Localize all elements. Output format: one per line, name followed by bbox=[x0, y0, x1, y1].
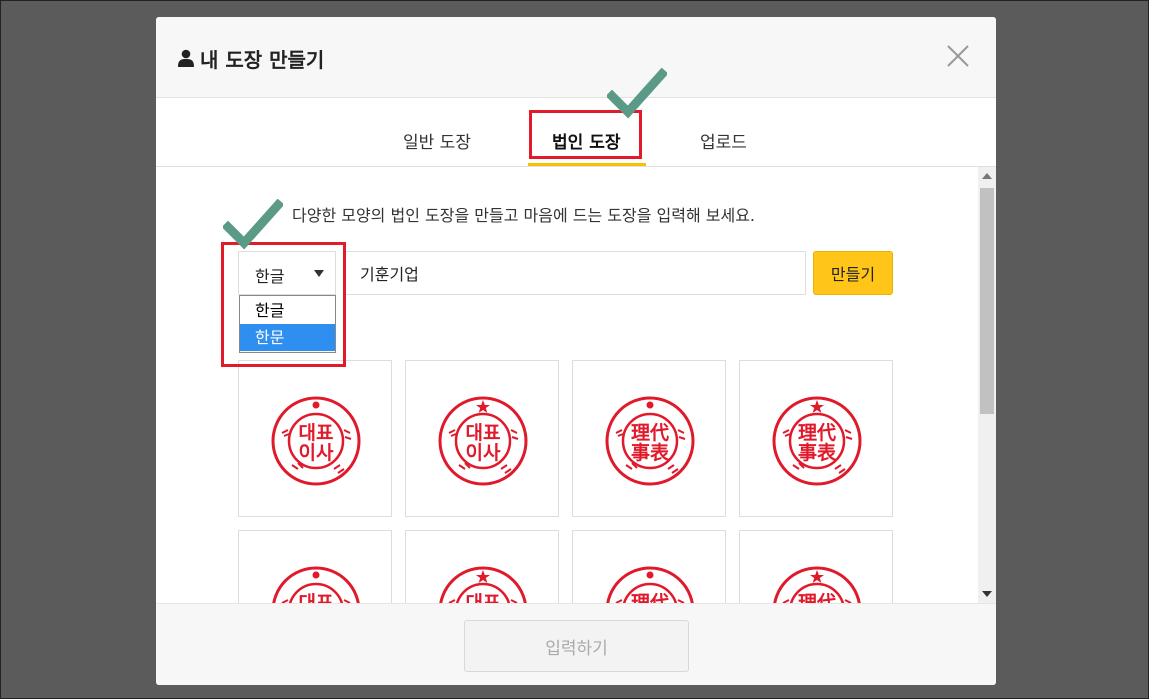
stamp-line-1: 대표 bbox=[466, 592, 501, 603]
stamp-card[interactable]: 기훈기업理代事表 bbox=[572, 360, 726, 517]
language-select[interactable]: 한글 bbox=[238, 251, 336, 295]
stamp-ring-glyph bbox=[281, 429, 290, 437]
language-select-value: 한글 bbox=[255, 267, 285, 286]
stamp-card[interactable]: 기훈기업理代事表 bbox=[739, 360, 893, 517]
language-dropdown: 한글 한문 bbox=[239, 295, 336, 353]
tab-general-stamp[interactable]: 일반 도장 bbox=[403, 128, 471, 153]
stamp-image: 기훈기업대표이사 bbox=[439, 566, 527, 603]
stamp-card[interactable]: 기훈기업대표이사 bbox=[238, 360, 392, 517]
stamp-ring-glyph bbox=[448, 429, 457, 437]
user-icon bbox=[178, 49, 194, 67]
stamp-line-2: 事表 bbox=[798, 441, 837, 464]
stamp-card[interactable]: 기훈기업理代事表 bbox=[739, 530, 893, 603]
scroll-up-icon[interactable] bbox=[982, 173, 992, 179]
dot-icon bbox=[312, 401, 320, 409]
dot-icon bbox=[646, 571, 654, 579]
scroll-down-icon[interactable] bbox=[982, 591, 992, 597]
stamp-line-1: 理代 bbox=[798, 422, 836, 444]
stamp-card[interactable]: 기훈기업대표이사 bbox=[238, 530, 392, 603]
active-tab-indicator bbox=[528, 163, 646, 166]
star-icon bbox=[810, 570, 824, 583]
stamp-card[interactable]: 기훈기업理代事表 bbox=[572, 530, 726, 603]
stamp-ring-glyph bbox=[834, 464, 846, 474]
stamp-image: 기훈기업대표이사 bbox=[438, 396, 528, 486]
stamp-card[interactable]: 기훈기업대표이사 bbox=[405, 530, 559, 603]
stamp-line-2: 事表 bbox=[631, 441, 670, 464]
stamp-ring-glyph bbox=[667, 464, 679, 474]
stamp-line-1: 理代 bbox=[631, 592, 669, 603]
stamp-ring-glyph bbox=[782, 429, 791, 437]
dropdown-arrow-icon bbox=[314, 270, 324, 277]
description-text: 다양한 모양의 법인 도장을 만들고 마음에 드는 도장을 입력해 보세요. bbox=[292, 206, 756, 225]
stamp-image: 기훈기업대표이사 bbox=[272, 566, 360, 603]
stamp-ring-glyph bbox=[510, 429, 519, 440]
dialog-header: 내 도장 만들기 bbox=[156, 17, 996, 98]
language-option-hangul[interactable]: 한글 bbox=[240, 297, 335, 324]
stamp-line-2: 이사 bbox=[299, 442, 334, 464]
stamp-line-1: 理代 bbox=[798, 592, 836, 603]
stamp-image: 기훈기업理代事表 bbox=[773, 566, 861, 603]
dot-icon bbox=[312, 571, 320, 579]
scroll-thumb[interactable] bbox=[980, 188, 994, 414]
language-option-hanja[interactable]: 한문 bbox=[240, 324, 335, 351]
dialog-footer: 입력하기 bbox=[156, 603, 996, 685]
scrollbar[interactable] bbox=[978, 167, 996, 603]
make-button[interactable]: 만들기 bbox=[813, 251, 893, 295]
create-stamp-dialog: 내 도장 만들기 일반 도장 법인 도장 업로드 다양한 모양의 법인 도장을 … bbox=[156, 17, 996, 685]
star-icon bbox=[476, 570, 490, 583]
stamp-image: 기훈기업대표이사 bbox=[271, 396, 361, 486]
stamp-ring-glyph bbox=[677, 429, 686, 440]
company-name-input[interactable] bbox=[345, 251, 806, 295]
dialog-title: 내 도장 만들기 bbox=[200, 48, 325, 72]
star-icon bbox=[476, 400, 490, 413]
submit-button[interactable]: 입력하기 bbox=[464, 620, 689, 672]
tab-upload[interactable]: 업로드 bbox=[700, 128, 747, 153]
stamp-image: 기훈기업理代事表 bbox=[606, 566, 694, 603]
stamp-card[interactable]: 기훈기업대표이사 bbox=[405, 360, 559, 517]
stamp-ring-glyph bbox=[615, 429, 624, 437]
stamp-ring-glyph bbox=[844, 429, 853, 440]
stamp-image: 기훈기업理代事表 bbox=[605, 396, 695, 486]
tab-corporate-stamp[interactable]: 법인 도장 bbox=[552, 128, 620, 153]
close-icon[interactable] bbox=[946, 44, 970, 68]
stamp-image: 기훈기업理代事表 bbox=[772, 396, 862, 486]
dot-icon bbox=[646, 401, 654, 409]
stamp-ring-glyph bbox=[333, 464, 345, 474]
stamp-line-2: 이사 bbox=[466, 442, 501, 464]
star-icon bbox=[810, 400, 824, 413]
stamp-ring-glyph bbox=[343, 429, 352, 440]
stamp-line-1: 대표 bbox=[299, 422, 334, 444]
stamp-ring-glyph bbox=[500, 464, 512, 474]
stamp-line-1: 대표 bbox=[466, 422, 501, 444]
stamp-line-1: 대표 bbox=[299, 592, 334, 603]
stamp-line-1: 理代 bbox=[631, 422, 669, 444]
stamp-content: 다양한 모양의 법인 도장을 만들고 마음에 드는 도장을 입력해 보세요. 한… bbox=[156, 167, 978, 603]
tab-bar: 일반 도장 법인 도장 업로드 bbox=[156, 98, 996, 167]
